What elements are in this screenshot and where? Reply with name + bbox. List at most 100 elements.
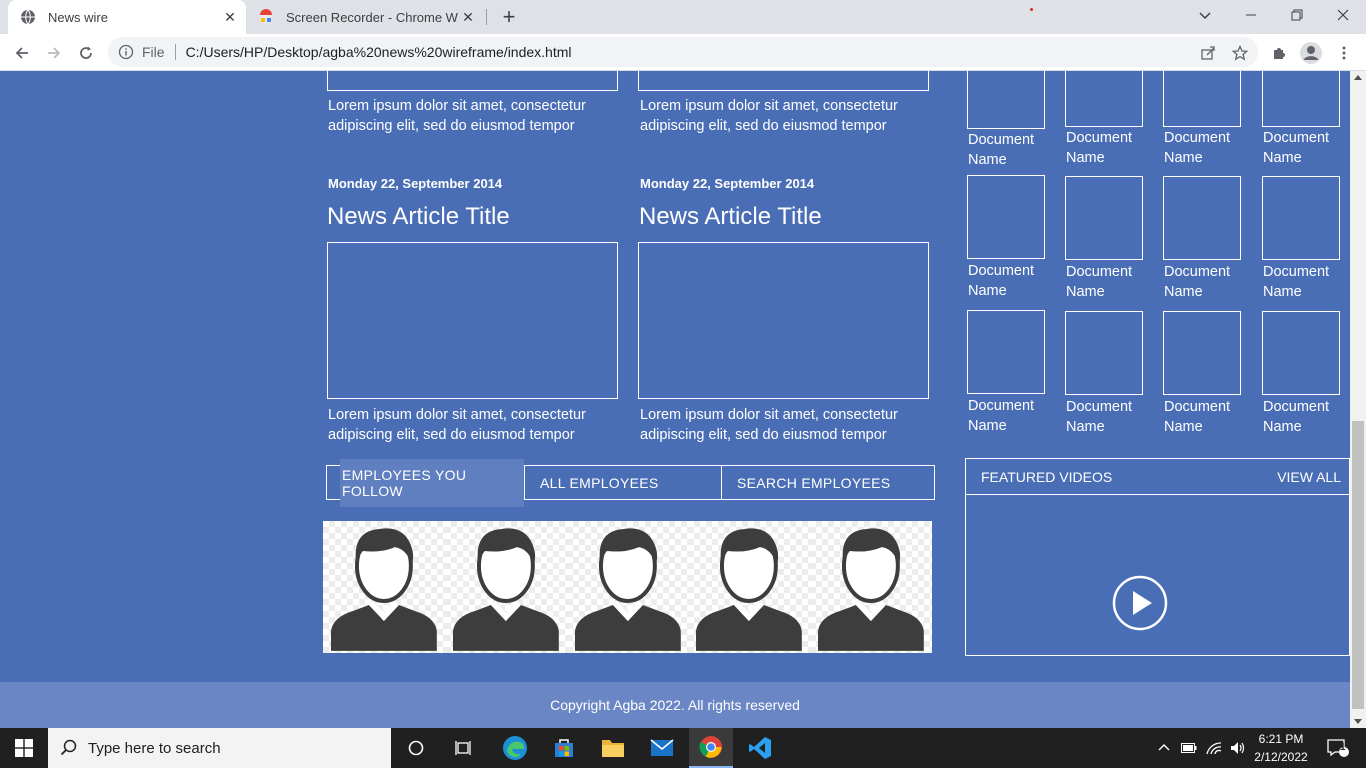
tab-all-employees[interactable]: ALL EMPLOYEES	[525, 466, 722, 499]
document-name[interactable]: Document Name	[1263, 128, 1329, 168]
document-thumbnail[interactable]	[1163, 311, 1241, 395]
document-thumbnail[interactable]	[1262, 311, 1340, 395]
battery-status[interactable]	[1180, 728, 1198, 768]
document-thumbnail[interactable]	[1262, 176, 1340, 260]
share-button[interactable]	[1194, 39, 1222, 67]
minimize-button[interactable]	[1228, 0, 1274, 30]
document-thumbnail[interactable]	[1262, 71, 1340, 127]
article-image[interactable]	[638, 71, 929, 91]
tab-screen-recorder[interactable]: Screen Recorder - Chrome Web S ✕	[248, 0, 484, 34]
url-text[interactable]: C:/Users/HP/Desktop/agba%20news%20wirefr…	[186, 44, 572, 60]
close-tab-icon[interactable]: ✕	[458, 7, 478, 27]
article-date: Monday 22, September 2014	[640, 176, 815, 191]
document-name[interactable]: Document Name	[1164, 128, 1230, 168]
reload-button[interactable]	[72, 39, 100, 67]
back-button[interactable]	[8, 39, 36, 67]
document-thumbnail[interactable]	[1163, 176, 1241, 260]
tab-search-button[interactable]	[1182, 0, 1228, 30]
employee-avatar[interactable]	[323, 521, 445, 653]
address-bar[interactable]: File C:/Users/HP/Desktop/agba%20news%20w…	[108, 37, 1258, 67]
document-thumbnail[interactable]	[1065, 176, 1143, 260]
wifi-icon	[1206, 742, 1222, 755]
document-name[interactable]: Document Name	[1066, 397, 1132, 437]
document-name[interactable]: Document Name	[1066, 262, 1132, 302]
document-name[interactable]: Document Name	[1164, 262, 1230, 302]
bookmark-button[interactable]	[1226, 39, 1254, 67]
tab-title: News wire	[48, 9, 108, 25]
article-title[interactable]: News Article Title	[639, 203, 822, 231]
file-explorer-app[interactable]	[592, 728, 634, 768]
notifications-button[interactable]: 1	[1318, 728, 1358, 768]
document-thumbnail[interactable]	[967, 71, 1045, 129]
article-title[interactable]: News Article Title	[327, 203, 510, 231]
globe-icon	[21, 9, 35, 25]
document-name[interactable]: Document Name	[968, 261, 1034, 301]
document-name[interactable]: Document Name	[1263, 397, 1329, 437]
page-viewport: Lorem ipsum dolor sit amet, consectetur …	[0, 71, 1350, 728]
profile-button[interactable]	[1297, 39, 1325, 67]
document-thumbnail[interactable]	[1065, 311, 1143, 395]
page-scrollbar[interactable]	[1350, 71, 1366, 728]
recording-indicator	[1030, 8, 1033, 11]
document-name[interactable]: Document Name	[1164, 397, 1230, 437]
scroll-down-arrow-icon[interactable]	[1354, 719, 1362, 724]
scroll-up-arrow-icon[interactable]	[1354, 75, 1362, 80]
tab-title: Screen Recorder - Chrome Web S	[286, 9, 458, 25]
taskbar-search-box[interactable]: Type here to search	[48, 728, 391, 768]
article-date: Monday 22, September 2014	[328, 176, 503, 191]
featured-videos-panel: FEATURED VIDEOS VIEW ALL	[965, 458, 1350, 656]
article-excerpt: Lorem ipsum dolor sit amet, consectetur …	[328, 98, 586, 134]
url-scheme: File	[142, 44, 165, 60]
play-icon[interactable]	[1112, 575, 1168, 631]
employee-avatar-strip	[323, 521, 932, 653]
tab-separator	[486, 9, 487, 25]
scrollbar-thumb[interactable]	[1352, 421, 1364, 709]
view-all-link[interactable]: VIEW ALL	[1277, 469, 1341, 485]
cortana-button[interactable]	[396, 728, 436, 768]
extensions-button[interactable]	[1265, 39, 1293, 67]
clock-time: 6:21 PM	[1258, 732, 1304, 746]
store-app[interactable]	[543, 728, 585, 768]
minimize-icon	[1246, 14, 1256, 16]
close-tab-icon[interactable]: ✕	[220, 7, 240, 27]
share-icon	[1201, 46, 1215, 60]
task-view-button[interactable]	[444, 728, 484, 768]
document-name[interactable]: Document Name	[968, 396, 1034, 436]
new-tab-button[interactable]: +	[497, 4, 521, 29]
start-button[interactable]	[0, 728, 48, 768]
show-hidden-icons-button[interactable]	[1156, 728, 1172, 768]
person-icon	[696, 528, 803, 651]
document-thumbnail[interactable]	[967, 310, 1045, 394]
info-icon[interactable]	[118, 44, 134, 60]
tab-news-wire[interactable]: News wire ✕	[8, 0, 246, 34]
employee-avatar[interactable]	[688, 521, 811, 653]
document-thumbnail[interactable]	[1163, 71, 1241, 127]
volume-control[interactable]	[1228, 728, 1248, 768]
article-image[interactable]	[327, 242, 618, 399]
menu-button[interactable]	[1330, 39, 1358, 67]
restore-button[interactable]	[1274, 0, 1320, 30]
close-window-button[interactable]	[1320, 0, 1366, 30]
article-image[interactable]	[327, 71, 618, 91]
employee-avatar[interactable]	[444, 521, 567, 653]
forward-button[interactable]	[40, 39, 68, 67]
browser-toolbar: File C:/Users/HP/Desktop/agba%20news%20w…	[0, 34, 1366, 71]
document-name[interactable]: Document Name	[1263, 262, 1329, 302]
url-separator	[174, 44, 176, 60]
document-thumbnail[interactable]	[1065, 71, 1143, 127]
edge-app[interactable]	[494, 728, 536, 768]
chrome-app[interactable]	[689, 728, 733, 768]
document-thumbnail[interactable]	[967, 175, 1045, 259]
network-status[interactable]	[1204, 728, 1224, 768]
employee-avatar[interactable]	[810, 521, 932, 653]
system-clock[interactable]: 6:21 PM 2/12/2022	[1254, 730, 1308, 766]
document-name[interactable]: Document Name	[968, 130, 1034, 170]
tab-employees-you-follow[interactable]: EMPLOYEES YOU FOLLOW	[327, 458, 525, 507]
mail-app[interactable]	[641, 728, 683, 768]
search-placeholder: Type here to search	[88, 739, 221, 757]
employee-avatar[interactable]	[566, 521, 689, 653]
vscode-app[interactable]	[739, 728, 781, 768]
tab-search-employees[interactable]: SEARCH EMPLOYEES	[722, 466, 934, 499]
article-image[interactable]	[638, 242, 929, 399]
document-name[interactable]: Document Name	[1066, 128, 1132, 168]
